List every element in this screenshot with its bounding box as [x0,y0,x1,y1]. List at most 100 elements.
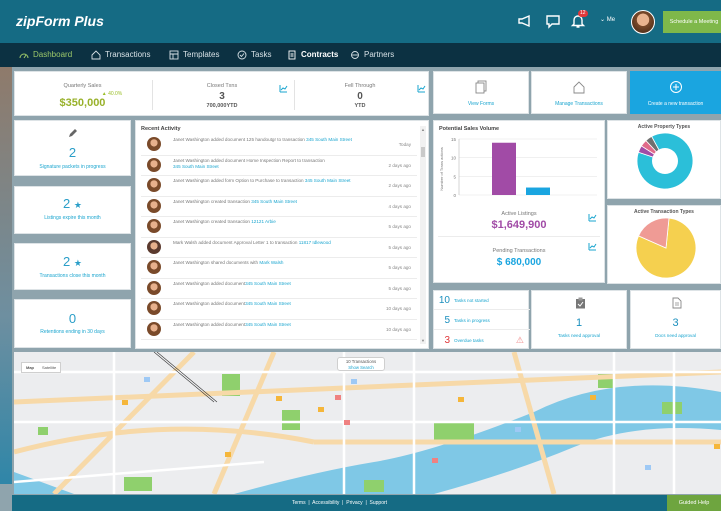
transaction-types-title: Active Transaction Types [634,209,694,215]
megaphone-icon[interactable] [517,13,533,29]
activity-text: Janet Washington added document345 South… [173,301,378,307]
approval-count: 1 [575,317,583,329]
activity-description: Mark Walsh added document Approval Lette… [173,239,299,245]
sales-bar-chart: 0 5 10 15 Number of Trans actions [439,137,597,198]
avatar[interactable] [631,10,655,34]
manage-transactions-button[interactable]: Manage Transactions [531,71,627,114]
approval-label: Tasks need approval [557,333,601,338]
transaction-types-pie [635,217,697,279]
activity-text: Janet Washington added document 125 hand… [173,137,378,143]
scroll-thumb[interactable] [421,147,425,157]
guided-help-button[interactable]: Guided Help [667,495,721,511]
show-search-link[interactable]: Show Search [338,365,384,371]
activity-description: Janet Washington added document [173,301,246,306]
activity-text: Janet Washington shared documents with M… [173,260,378,266]
transaction-link[interactable]: 345 South Main Street [173,164,378,170]
transaction-link[interactable]: 345 South Main Street [306,137,352,142]
tasks-icon [237,50,247,60]
bar-0 [492,142,516,195]
activity-description: Janet Washington added document 125 hand… [173,137,307,142]
chat-icon[interactable] [545,13,561,29]
transaction-link[interactable]: Mark Walsh [259,260,283,265]
warning-icon: ⚠ [515,335,524,345]
retentions-card[interactable]: 0 Retentions ending in 30 days [14,299,131,348]
tab-label: Contracts [301,50,339,59]
avatar [147,198,161,213]
transactions-map[interactable] [14,352,721,494]
trend-chart-icon[interactable] [279,84,288,93]
app-logo[interactable]: zipForm Plus [16,13,104,29]
avatar [147,157,161,172]
footer-links: Terms | Accessibility | Privacy | Suppor… [291,500,388,506]
activity-time: Today [398,142,411,147]
trend-chart-icon[interactable] [588,213,597,222]
activity-text: Janet Washington added document345 South… [173,322,378,328]
tasks-in-progress-row[interactable]: 5 Tasks in progress [434,311,530,330]
avatar [147,178,161,192]
scroll-up-icon[interactable]: ▲ [421,127,425,132]
transactions-close-card[interactable]: 2 ★ Transactions close this month [14,243,131,290]
tab-dashboard[interactable]: Dashboard [19,43,72,67]
footer-link-terms[interactable]: Terms [292,500,306,506]
listings-expire-card[interactable]: 2 ★ Listings expire this month [14,186,131,234]
footer-link-support[interactable]: Support [370,500,388,506]
pen-icon [69,129,77,137]
transaction-link[interactable]: 11817 Idlewood [299,240,331,245]
tasks-not-started-row[interactable]: 10 Tasks not started [434,291,530,310]
activity-text: Janet Washington added document Home Ins… [173,158,378,170]
templates-icon [169,50,179,60]
closed-txns-label: Closed Txns [206,83,238,89]
user-menu[interactable]: ⌄ Me [600,16,615,23]
tab-label: Tasks [251,50,272,59]
transaction-link[interactable]: 345 South Main Street [245,322,291,327]
docs-approval-card[interactable]: 3 Docs need approval [630,290,721,349]
activity-description: Janet Washington added document [173,321,246,327]
tasks-approval-card[interactable]: 1 Tasks need approval [531,290,627,349]
tab-partners[interactable]: Partners [350,43,394,67]
transaction-link[interactable]: 345 South Main Street [245,281,291,286]
activity-scrollbar[interactable]: ▲ ▼ [420,126,426,344]
tab-templates[interactable]: Templates [169,43,219,67]
avatar [147,260,161,274]
trend-chart-icon[interactable] [588,242,597,251]
signature-packets-card[interactable]: 2 Signature packets in progress [14,120,131,176]
trend-chart-icon[interactable] [417,84,426,93]
transaction-link[interactable]: 12121 Arbie [251,219,276,224]
activity-time: 2 days ago [388,183,411,188]
overdue-tasks-row[interactable]: 3 Overdue tasks ⚠ [434,331,530,350]
transaction-link[interactable]: 345 South Main Street [305,178,351,183]
activity-time: 10 days ago [385,306,411,311]
tab-contracts[interactable]: Contracts [287,43,338,67]
activity-text: Janet Washington created transaction 345… [173,199,378,205]
scroll-down-icon[interactable]: ▼ [421,338,425,343]
active-listings-value: $1,649,900 [491,219,547,231]
transaction-link[interactable]: 345 South Main Street [245,301,291,306]
activity-description: Janet Washington added document Home Ins… [173,157,325,163]
map-type-toggle: Map Satellite [21,362,62,373]
activity-item: Mark Walsh added document Approval Lette… [141,238,417,258]
map-type-map[interactable]: Map [22,363,38,372]
tab-tasks[interactable]: Tasks [237,43,271,67]
footer-link-privacy[interactable]: Privacy [346,500,362,506]
activity-item: Janet Washington added document345 South… [141,279,417,299]
background-strip [0,64,12,484]
activity-description: Janet Washington created transaction [173,219,252,224]
activity-time: 5 days ago [388,224,411,229]
property-types-title: Active Property Types [637,124,691,130]
map-transactions-pill[interactable]: 10 Transactions Show Search [337,357,385,371]
activity-description: Janet Washington added document [173,280,246,286]
map-type-satellite[interactable]: Satellite [38,363,60,372]
view-forms-button[interactable]: View Forms [433,71,529,114]
tab-transactions[interactable]: Transactions [91,43,151,67]
schedule-meeting-button[interactable]: Schedule a Meeting [663,11,721,33]
fell-through-value: 0 [357,91,363,102]
footer-link-accessibility[interactable]: Accessibility [312,500,339,506]
sales-volume-title: Potential Sales Volume [439,126,500,132]
transaction-link[interactable]: 345 South Main Street [251,199,297,204]
quarterly-sales-label: Quarterly Sales [63,83,102,89]
task-count: 3 [444,335,450,346]
donut-hole [652,148,678,174]
create-transaction-button[interactable]: Create a new transaction [630,71,721,114]
dashboard-icon [19,53,29,59]
home-icon [91,50,101,60]
